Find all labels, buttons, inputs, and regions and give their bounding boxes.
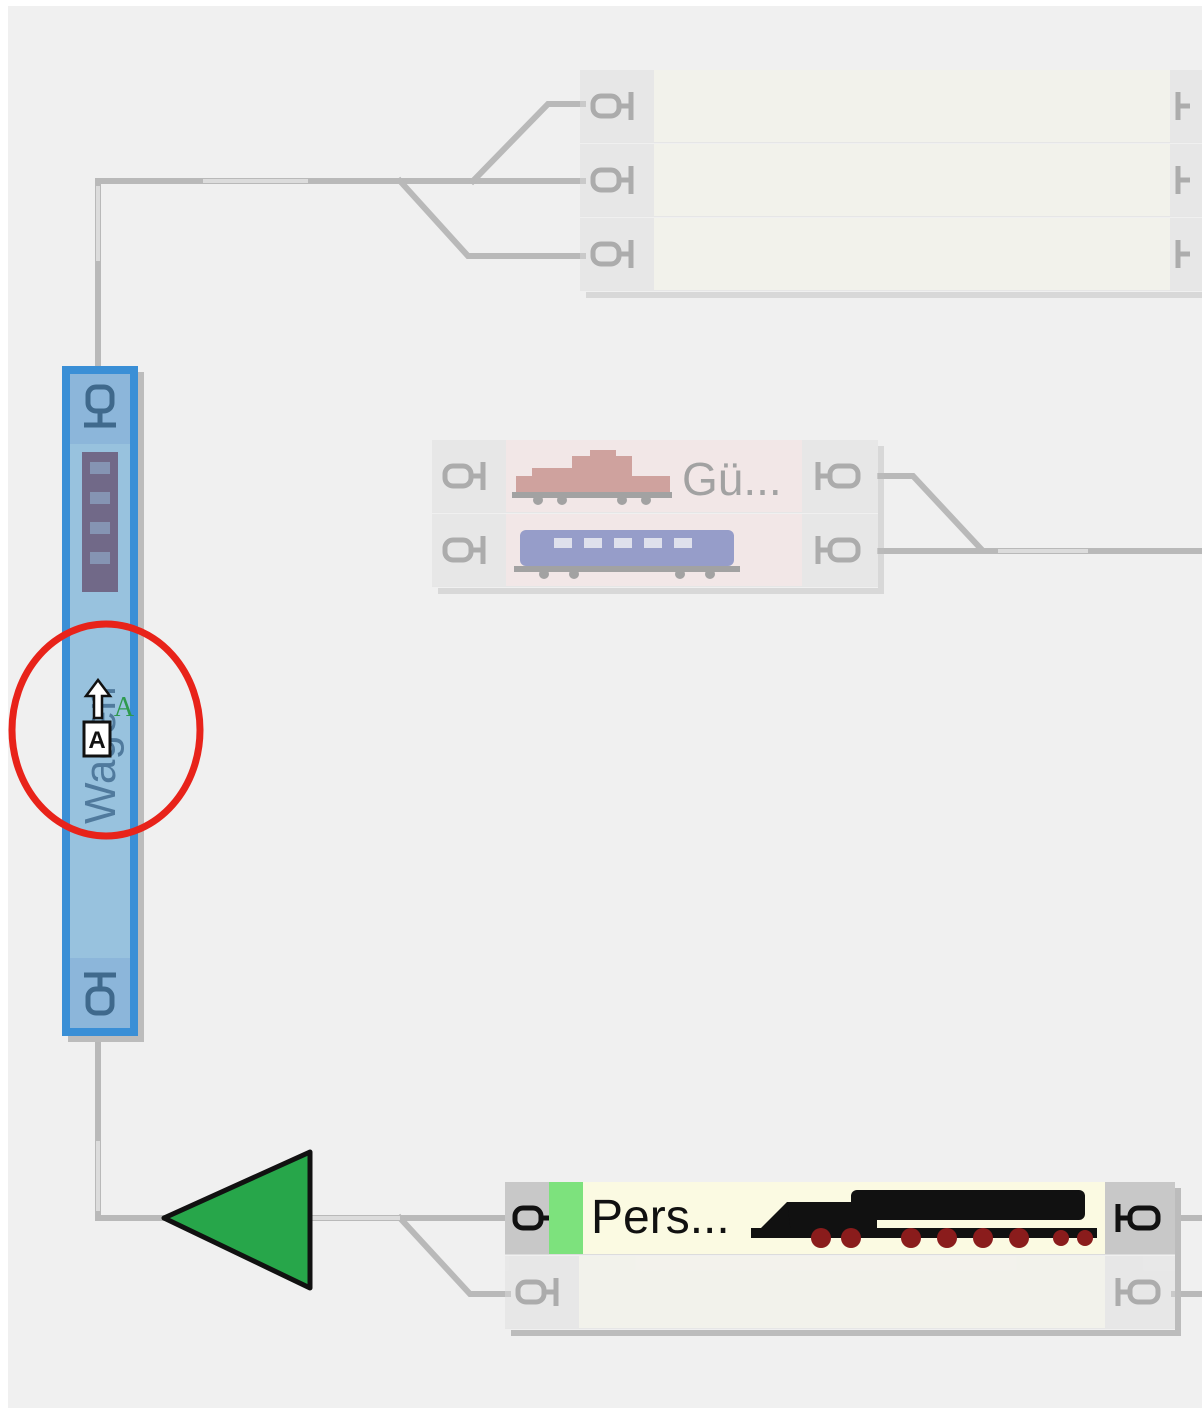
buffer-stop-icon: [590, 92, 634, 120]
electric-locomotive-icon: [514, 530, 740, 579]
freight-row-2[interactable]: [432, 514, 878, 587]
occupied-indicator-icon: [549, 1182, 583, 1254]
signal-icon[interactable]: [158, 1148, 318, 1298]
passenger-block[interactable]: Pers...: [505, 1182, 1175, 1330]
buffer-stop-icon: [1115, 1278, 1161, 1306]
buffer-stop-icon: [590, 240, 634, 268]
buffer-stop-right[interactable]: [1105, 1256, 1175, 1328]
buffer-stop-top[interactable]: [70, 374, 130, 444]
track-switch-lower[interactable]: [395, 176, 586, 259]
track-slot[interactable]: [654, 144, 1170, 216]
occupied-slot[interactable]: [506, 514, 802, 586]
buffer-stop-left[interactable]: [432, 440, 506, 512]
steam-locomotive-icon: [751, 1190, 1097, 1248]
track-switch-upper[interactable]: [468, 101, 586, 186]
buffer-stop-right[interactable]: [1170, 70, 1202, 142]
buffer-stop-right[interactable]: [802, 514, 878, 586]
diesel-locomotive-icon: [512, 450, 672, 505]
track-row-2[interactable]: [580, 144, 1202, 217]
focus-marker: [8, 620, 204, 840]
buffer-stop-left[interactable]: [505, 1182, 549, 1254]
track-slot[interactable]: [579, 1256, 1105, 1328]
buffer-stop-icon: [815, 536, 861, 564]
passenger-row-1[interactable]: Pers...: [505, 1182, 1175, 1255]
buffer-stop-bottom[interactable]: [70, 958, 130, 1028]
buffer-stop-icon: [442, 462, 486, 490]
track-switch-bottom[interactable]: [395, 1213, 511, 1297]
buffer-stop-icon: [590, 166, 634, 194]
buffer-stop-icon: [442, 536, 486, 564]
buffer-stop-icon: [84, 972, 116, 1016]
occupied-slot[interactable]: Pers...: [583, 1182, 1105, 1254]
buffer-stop-icon: [1175, 166, 1190, 194]
buffer-stop-icon: [1175, 240, 1190, 268]
train-label: Pers...: [591, 1191, 730, 1244]
buffer-stop-left[interactable]: [505, 1256, 579, 1328]
buffer-stop-icon: [815, 462, 861, 490]
track-row-1[interactable]: [580, 70, 1202, 143]
wagon-icon: [82, 452, 118, 592]
passenger-row-2[interactable]: [505, 1256, 1175, 1329]
occupied-slot[interactable]: Gü...: [506, 440, 802, 512]
buffer-stop-right[interactable]: [802, 440, 878, 512]
station-block-top[interactable]: [580, 70, 1202, 292]
track-row-3[interactable]: [580, 218, 1202, 291]
buffer-stop-left[interactable]: [580, 218, 654, 290]
buffer-stop-icon: [1175, 92, 1190, 120]
freight-row-1[interactable]: Gü...: [432, 440, 878, 513]
buffer-stop-icon: [84, 384, 116, 428]
buffer-stop-right[interactable]: [1105, 1182, 1175, 1254]
buffer-stop-right[interactable]: [1170, 218, 1202, 290]
buffer-stop-icon: [1115, 1204, 1161, 1232]
buffer-stop-left[interactable]: [580, 144, 654, 216]
train-label: Gü...: [682, 453, 782, 505]
buffer-stop-left[interactable]: [432, 514, 506, 586]
track-switch-right[interactable]: [877, 473, 1202, 554]
freight-block[interactable]: Gü...: [432, 440, 878, 588]
buffer-stop-icon: [512, 1205, 549, 1231]
track-slot[interactable]: [654, 70, 1170, 142]
track-slot[interactable]: [654, 218, 1170, 290]
buffer-stop-icon: [515, 1278, 559, 1306]
track-segment-top[interactable]: [95, 178, 586, 369]
buffer-stop-left[interactable]: [580, 70, 654, 142]
layout-canvas: Gü... A A Pers...: [8, 6, 1202, 1408]
buffer-stop-right[interactable]: [1170, 144, 1202, 216]
